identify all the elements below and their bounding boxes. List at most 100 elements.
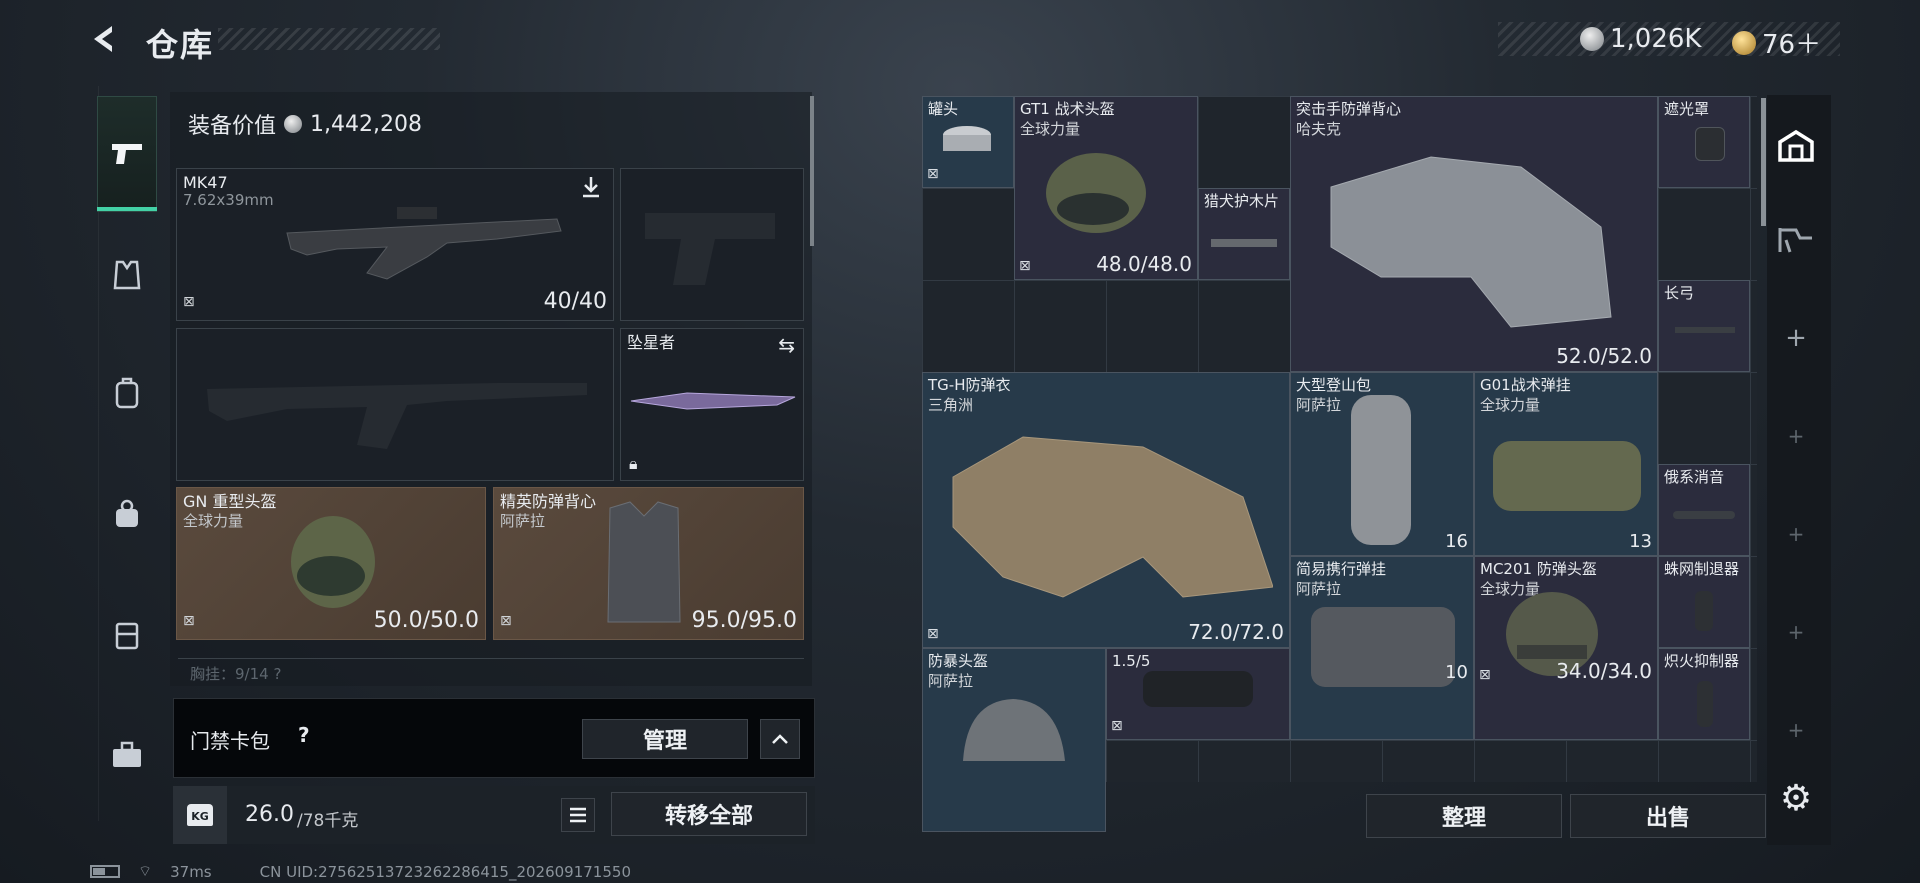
shade-image — [1695, 127, 1725, 161]
unequip-icon[interactable] — [579, 175, 603, 199]
item-brand: 阿萨拉 — [1296, 580, 1342, 598]
stash-scrollbar[interactable] — [1761, 98, 1766, 226]
add-page-button[interactable]: + — [1768, 602, 1824, 662]
stash-item[interactable]: 罐头 ⊠ — [922, 96, 1014, 188]
pistol-slot[interactable] — [620, 168, 804, 321]
silver-amount: 1,026K — [1610, 24, 1702, 54]
handguard-image — [1211, 239, 1277, 247]
add-page-button[interactable]: + — [1768, 700, 1824, 760]
silver-currency[interactable]: 1,026K — [1580, 24, 1701, 54]
gold-currency[interactable]: 76＋ — [1732, 24, 1821, 61]
equipment-value-amount: 1,442,208 — [310, 111, 422, 137]
rig-image — [1493, 441, 1641, 511]
loadout-scrollbar[interactable] — [810, 96, 814, 246]
item-name: 长弓 — [1664, 284, 1695, 302]
helmet-brand: 全球力量 — [183, 512, 244, 530]
sort-button[interactable]: 整理 — [1366, 794, 1562, 838]
stash-item[interactable]: 大型登山包 阿萨拉 16 — [1290, 372, 1474, 556]
item-brand: 阿萨拉 — [928, 672, 974, 690]
card-pack-help-icon[interactable]: ? — [298, 723, 310, 747]
sidebar-tab-armor[interactable] — [98, 246, 156, 304]
no-insurance-icon: ⊠ — [500, 613, 512, 629]
sidebar-tab-pouch[interactable] — [98, 485, 156, 543]
scope-image — [1143, 671, 1253, 707]
stash-tab-home[interactable] — [1768, 116, 1824, 176]
attachment-image — [1675, 327, 1735, 333]
stash-item[interactable]: GT1 战术头盔 全球力量 ⊠ 48.0/48.0 — [1014, 96, 1198, 280]
item-name: 防暴头盔 — [928, 652, 989, 670]
item-name: 突击手防弹背心 — [1296, 100, 1402, 118]
stash-item[interactable]: MC201 防弹头盔 全球力量 ⊠ 34.0/34.0 — [1474, 556, 1658, 740]
add-page-button[interactable]: + — [1768, 406, 1824, 466]
collapse-button[interactable] — [760, 719, 800, 759]
item-brand: 阿萨拉 — [1296, 396, 1342, 414]
manage-button[interactable]: 管理 — [582, 719, 748, 759]
melee-slot[interactable]: 坠星者 ⇆ 🔒︎ — [620, 328, 804, 481]
uid-text: CN UID:27562513723262286415_202609171550 — [259, 862, 631, 881]
armor-image — [952, 436, 1273, 598]
no-insurance-icon: ⊠ — [1111, 718, 1123, 734]
item-durability: 52.0/52.0 — [1556, 344, 1652, 368]
vest-icon — [113, 260, 141, 290]
helmet-image — [1046, 153, 1146, 233]
equipment-value-label: 装备价值 — [188, 114, 277, 139]
add-page-button[interactable]: + — [1768, 308, 1824, 368]
add-page-button[interactable]: + — [1768, 504, 1824, 564]
gold-amount: 76＋ — [1762, 30, 1822, 60]
helmet-name: GN 重型头盔 — [183, 492, 277, 511]
stash-item[interactable]: 1.5/5 ⊠ — [1106, 648, 1290, 740]
primary-weapon-slot[interactable]: MK47 7.62x39mm ⊠ 40/40 — [176, 168, 614, 321]
item-durability: 72.0/72.0 — [1188, 620, 1284, 644]
item-name: GT1 战术头盔 — [1020, 100, 1115, 118]
item-capacity: 16 — [1445, 531, 1468, 552]
rig-image — [1311, 607, 1455, 687]
stash-tab-weapons[interactable] — [1768, 210, 1824, 270]
sidebar-tab-backpack[interactable] — [98, 364, 156, 422]
can-image — [943, 126, 991, 151]
item-name: 1.5/5 — [1112, 652, 1151, 670]
helmet-durability: 50.0/50.0 — [373, 608, 479, 633]
sidebar-tab-briefcase[interactable] — [98, 726, 156, 784]
stash-item[interactable]: 防暴头盔 阿萨拉 — [922, 648, 1106, 832]
sidebar-tab-weapons[interactable] — [98, 124, 156, 182]
no-insurance-icon: ⊠ — [927, 626, 939, 642]
stash-item[interactable]: G01战术弹挂 全球力量 13 — [1474, 372, 1658, 556]
item-name: 罐头 — [928, 100, 959, 118]
armor-slot[interactable]: 精英防弹背心 阿萨拉 ⊠ 95.0/95.0 — [493, 487, 804, 640]
transfer-all-button[interactable]: 转移全部 — [611, 792, 807, 836]
battery-icon — [90, 865, 120, 878]
equipment-value: 装备价值 1,442,208 — [188, 108, 422, 140]
sidebar-active-indicator — [97, 207, 157, 211]
stash-item[interactable]: 炽火抑制器 — [1658, 648, 1750, 740]
page-title: 仓库 — [146, 26, 215, 64]
no-insurance-icon: ⊠ — [183, 613, 195, 629]
item-name: 俄系消音 — [1664, 468, 1725, 486]
stash-item[interactable]: 突击手防弹背心 哈夫克 52.0/52.0 — [1290, 96, 1658, 372]
warehouse-icon — [1778, 129, 1814, 162]
stash-item[interactable]: TG-H防弹衣 三角洲 ⊠ 72.0/72.0 — [922, 372, 1290, 648]
swap-icon[interactable]: ⇆ — [778, 333, 795, 357]
weight-current: 26.0 — [245, 802, 294, 827]
secondary-weapon-slot[interactable] — [176, 328, 614, 481]
pouch-icon — [116, 499, 138, 527]
sell-button[interactable]: 出售 — [1570, 794, 1766, 838]
weight-bar: KG 26.0 /78千克 转移全部 — [173, 786, 815, 844]
list-view-button[interactable] — [561, 798, 595, 832]
stash-item[interactable]: 遮光罩 — [1658, 96, 1750, 188]
item-brand: 全球力量 — [1020, 120, 1081, 138]
lock-icon: 🔒︎ — [629, 454, 638, 473]
stash-item[interactable]: 蛛网制退器 — [1658, 556, 1750, 648]
chest-rig-row[interactable]: 胸挂：9/14 ? — [178, 658, 804, 683]
settings-icon[interactable]: ⚙ — [1768, 768, 1824, 828]
sidebar-tab-case[interactable] — [98, 606, 156, 664]
item-name: 简易携行弹挂 — [1296, 560, 1387, 578]
helmet-slot[interactable]: GN 重型头盔 全球力量 ⊠ 50.0/50.0 — [176, 487, 486, 640]
stash-item[interactable]: 简易携行弹挂 阿萨拉 10 — [1290, 556, 1474, 740]
silver-coin-icon — [284, 115, 303, 133]
stash-item[interactable]: 俄系消音 — [1658, 464, 1750, 556]
stash-item[interactable]: 猎犬护木片 — [1198, 188, 1290, 280]
item-name: 蛛网制退器 — [1664, 560, 1740, 578]
item-durability: 34.0/34.0 — [1556, 659, 1652, 683]
back-icon[interactable] — [88, 22, 122, 56]
stash-item[interactable]: 长弓 — [1658, 280, 1750, 372]
